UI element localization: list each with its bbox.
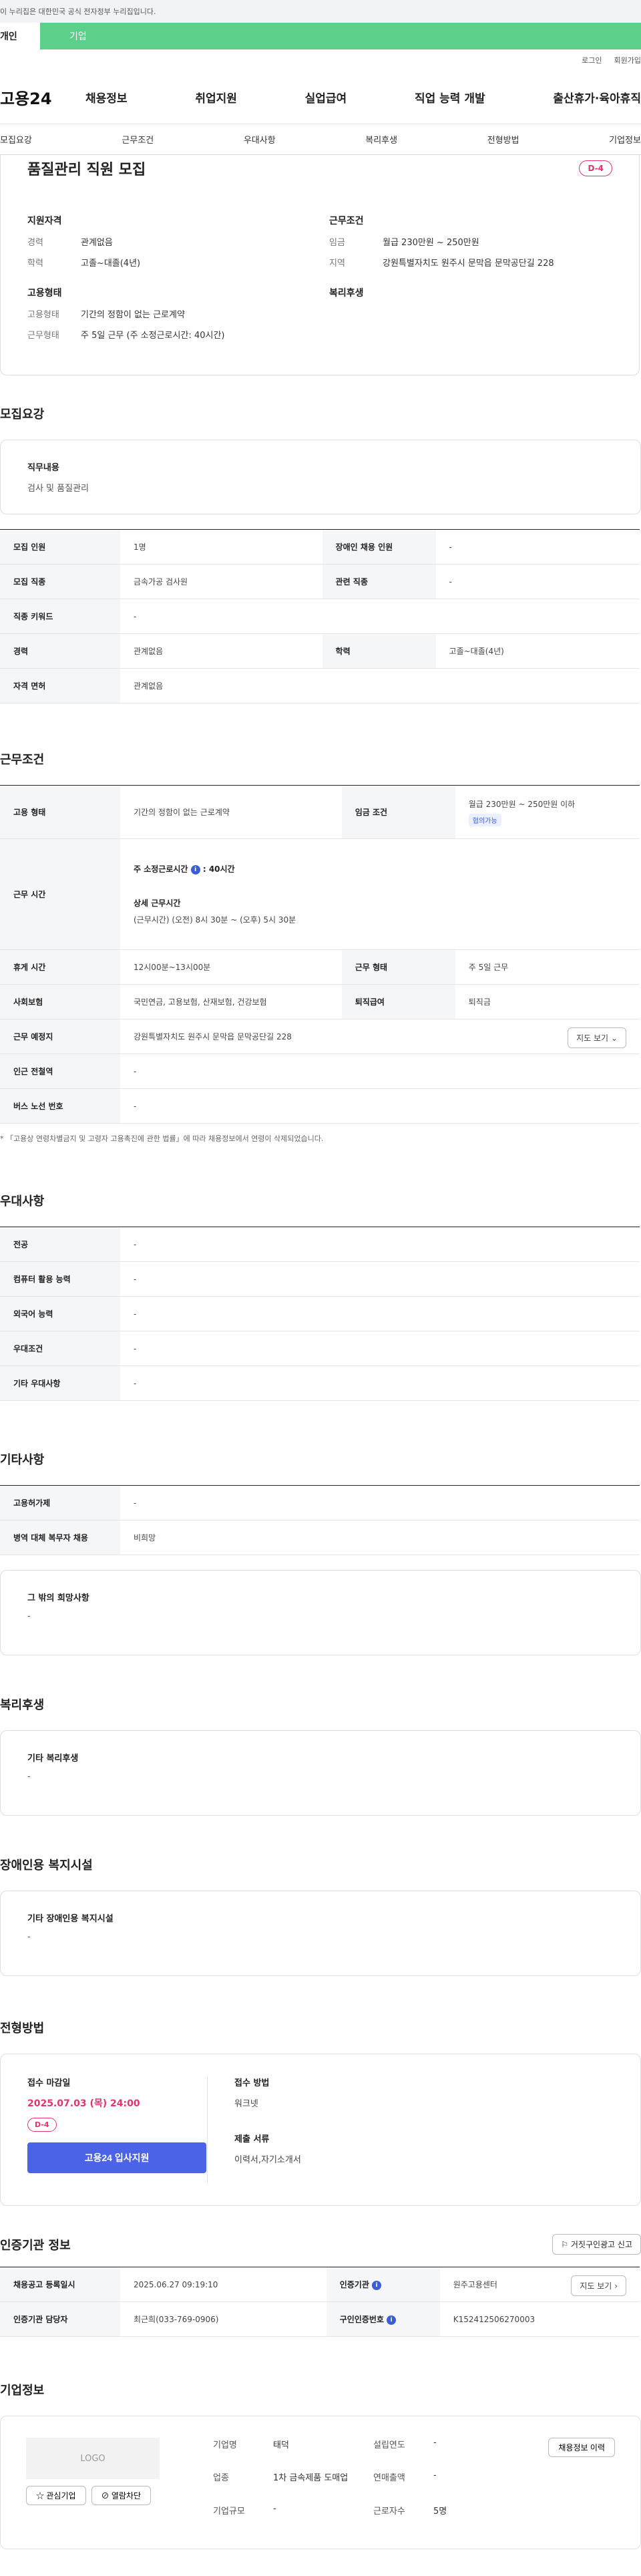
gov-banner: 이 누리집은 대한민국 공식 전자정부 누리집입니다. [0, 0, 641, 23]
section-title-process: 전형방법 [0, 2022, 45, 2036]
chevron-down-icon: ⌄ [610, 1033, 618, 1043]
org-map-button[interactable]: 지도 보기 › [571, 2275, 626, 2296]
login-link[interactable]: 로그인 [582, 55, 602, 65]
table-row: 전공 - [0, 1227, 640, 1262]
wish-card: 그 밖의 희망사항 - [0, 1570, 641, 1655]
gnb-item-leave[interactable]: 출산휴가·육아휴직 [553, 89, 641, 106]
tab-personal[interactable]: 개인 [0, 23, 40, 49]
gnb-item-support[interactable]: 취업지원 [195, 89, 237, 106]
welfare-card: 기타 복리후생 - [0, 1730, 641, 1816]
table-row: 외국어 능력 - [0, 1296, 640, 1331]
table-row: 인증기관 담당자 최근희(033-769-0906) 구인인증번호 i K152… [0, 2301, 640, 2337]
report-fake-ad-button[interactable]: ⚐ 거짓구인광고 신고 [552, 2234, 641, 2255]
table-row: 채용공고 등록일시 2025.06.27 09:19:10 인증기관 i 원주고… [0, 2267, 640, 2302]
company-logo: LOGO [26, 2438, 160, 2479]
table-row: 근무 예정지 강원특별자치도 원주시 문막읍 문막공단길 228 지도 보기 ⌄ [0, 1019, 640, 1054]
utility-links: 로그인 회원가입 [0, 49, 641, 71]
hiring-history-button[interactable]: 채용정보 이력 [548, 2438, 615, 2457]
block-icon: ⊘ [101, 2491, 110, 2501]
table-row: 고용허가제 - [0, 1485, 640, 1520]
pref-table: 전공 - 컴퓨터 활용 능력 - 외국어 능력 - 우대조건 - 기타 우대사항 - [0, 1227, 640, 1401]
table-row: 모집 인원 1명 장애인 채용 인원 - [0, 529, 640, 565]
auth-header: 인증기관 정보 ⚐ 거짓구인광고 신고 [0, 2234, 641, 2255]
section-title-welfare: 복리후생 [0, 1698, 45, 1712]
work-table: 고용 형태 기간의 정함이 없는 근로계약 임금 조건 월급 230만원 ~ 2… [0, 785, 640, 1124]
duty-card: 직무내용 검사 및 품질관리 [0, 440, 641, 514]
map-button[interactable]: 지도 보기 ⌄ [568, 1027, 626, 1048]
table-row: 직종 키워드 - [0, 599, 640, 634]
company-info: 기업명 태덕 설립연도 - 업종 1차 금속제품 도매업 연매출액 - 기업규모… [213, 2438, 447, 2517]
interest-company-button[interactable]: ☆ 관심기업 [26, 2486, 86, 2505]
summary-employment: 고용형태 고용형태 기간의 정함이 없는 근로계약 근무형태 주 5일 근무 (주 … [27, 288, 225, 341]
block-view-button[interactable]: ⊘ 열람차단 [91, 2486, 152, 2505]
section-title-recruit: 모집요강 [0, 408, 45, 422]
user-type-tabs: 개인 기업 [0, 23, 641, 49]
table-row: 병역 대체 복무자 채용 비희망 [0, 1520, 640, 1555]
anchor-company[interactable]: 기업정보 [609, 133, 641, 146]
section-title-auth: 인증기관 정보 [0, 2238, 71, 2253]
table-row: 기타 우대사항 - [0, 1365, 640, 1401]
table-row: 버스 노선 번호 - [0, 1088, 640, 1124]
gnb-item-jobs[interactable]: 채용정보 [85, 89, 128, 106]
table-row: 우대조건 - [0, 1331, 640, 1366]
table-row: 컴퓨터 활용 능력 - [0, 1261, 640, 1297]
table-row: 모집 직종 금속가공 검사원 관련 직종 - [0, 564, 640, 599]
anchor-recruit[interactable]: 모집요강 [0, 133, 32, 146]
apply-button[interactable]: 고용24 입사지원 [27, 2142, 206, 2173]
anchor-pref[interactable]: 우대사항 [244, 133, 276, 146]
disabled-facility-card: 기타 장애인용 복지시설 - [0, 1891, 641, 1976]
site-logo[interactable]: 고용24 [0, 86, 85, 109]
anchor-process[interactable]: 전형방법 [487, 133, 519, 146]
section-title-company: 기업정보 [0, 2384, 45, 2398]
info-icon[interactable]: i [190, 864, 200, 874]
recruit-table: 모집 인원 1명 장애인 채용 인원 - 모집 직종 금속가공 검사원 관련 직… [0, 529, 640, 703]
section-title-other: 기타사항 [0, 1453, 45, 1467]
job-title: 품질관리 직원 모집 [27, 162, 146, 178]
table-row: 휴게 시간 12시00분~13시00분 근무 형태 주 5일 근무 [0, 949, 640, 985]
dday-badge-inline: D-4 [27, 2118, 57, 2132]
summary-card: 품질관리 직원 모집 D-4 지원자격 경력 관계없음 학력 고졸~대졸(4년) 근… [0, 155, 640, 375]
section-title-pref: 우대사항 [0, 1194, 45, 1209]
gnb-item-training[interactable]: 직업 능력 개발 [415, 89, 485, 106]
table-row: 근무 시간 주 소정근로시간 i : 40시간 상세 근무시간 (근무시간) (… [0, 838, 640, 950]
auth-table: 채용공고 등록일시 2025.06.27 09:19:10 인증기관 i 원주고… [0, 2267, 640, 2337]
global-nav: 고용24 채용정보 취업지원 실업급여 직업 능력 개발 출산휴가·육아휴직 [0, 71, 641, 124]
negotiable-tag: 협의가능 [468, 813, 501, 826]
company-card: LOGO ☆ 관심기업 ⊘ 열람차단 기업명 태덕 설립연도 - 업종 1차 금… [0, 2416, 641, 2549]
info-icon[interactable]: i [372, 2280, 382, 2290]
table-row: 인근 전철역 - [0, 1054, 640, 1089]
tab-company[interactable]: 기업 [40, 23, 641, 49]
section-title-work: 근무조건 [0, 753, 45, 767]
table-row: 자격 면허 관계없음 [0, 668, 640, 703]
age-note: * 「고용상 연령차별금지 및 고령자 고용촉진에 관한 법률」에 따라 채용정… [0, 1134, 324, 1143]
anchor-welfare[interactable]: 복리후생 [365, 133, 397, 146]
info-icon[interactable]: i [387, 2315, 397, 2325]
table-row: 경력 관계없음 학력 고졸~대졸(4년) [0, 633, 640, 669]
other-table: 고용허가제 - 병역 대체 복무자 채용 비희망 [0, 1485, 640, 1555]
report-icon: ⚐ [561, 2240, 569, 2249]
join-link[interactable]: 회원가입 [614, 55, 641, 65]
summary-conditions: 근무조건 임금 월급 230만원 ~ 250만원 지역 강원특별자치도 원주시 문막… [329, 216, 554, 269]
summary-welfare: 복리후생 [329, 288, 364, 299]
dday-badge: D-4 [579, 160, 612, 176]
section-title-disabled-facility: 장애인용 복지시설 [0, 1859, 93, 1873]
table-row: 사회보험 국민연금, 고용보험, 산재보험, 건강보험 퇴직급여 퇴직금 [0, 984, 640, 1019]
deadline: 2025.07.03 (목) 24:00 [27, 2098, 140, 2109]
gnb-item-unemployment[interactable]: 실업급여 [305, 89, 347, 106]
chevron-right-icon: › [614, 2281, 618, 2291]
gnb-menu: 채용정보 취업지원 실업급여 직업 능력 개발 출산휴가·육아휴직 [85, 89, 641, 106]
anchor-work[interactable]: 근무조건 [122, 133, 154, 146]
star-icon: ☆ [36, 2491, 45, 2501]
anchor-tabs: 모집요강 근무조건 우대사항 복리후생 전형방법 기업정보 [0, 124, 641, 155]
process-card: 접수 마감일 2025.07.03 (목) 24:00 D-4 고용24 입사지… [0, 2054, 641, 2206]
table-row: 고용 형태 기간의 정함이 없는 근로계약 임금 조건 월급 230만원 ~ 2… [0, 785, 640, 839]
summary-qualification: 지원자격 경력 관계없음 학력 고졸~대졸(4년) [27, 216, 141, 269]
